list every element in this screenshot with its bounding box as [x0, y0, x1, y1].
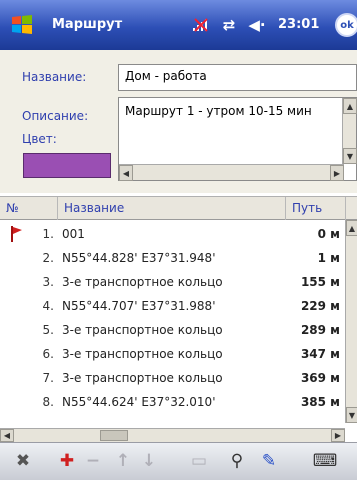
row-distance: 347 м — [300, 347, 340, 361]
scroll-left-icon[interactable]: ◀ — [119, 165, 133, 181]
row-name: 3-е транспортное кольцо — [62, 323, 223, 337]
scroll-thumb[interactable] — [100, 430, 128, 441]
table-row[interactable]: 6. 3-е транспортное кольцо 347 м — [0, 342, 347, 366]
waypoint-table: № Название Путь 1. 001 0 м 2. N55°44.828… — [0, 196, 357, 428]
row-number: 5. — [42, 323, 54, 337]
remove-point-icon[interactable]: − — [82, 450, 104, 472]
name-field[interactable]: Дом - работа — [118, 64, 357, 91]
row-number: 7. — [42, 371, 54, 385]
clock[interactable]: 23:01 — [278, 17, 319, 32]
add-point-icon[interactable]: ✚ — [56, 450, 78, 472]
row-name: 001 — [62, 227, 85, 241]
row-name: 3-е транспортное кольцо — [62, 347, 223, 361]
row-number: 2. — [42, 251, 54, 265]
column-header-distance[interactable]: Путь — [286, 197, 346, 220]
scroll-down-icon[interactable]: ▼ — [343, 148, 357, 164]
row-distance: 289 м — [300, 323, 340, 337]
table-row[interactable]: 1. 001 0 м — [0, 222, 347, 246]
keyboard-icon[interactable]: ⌨ — [313, 450, 338, 472]
row-distance: 229 м — [300, 299, 340, 313]
table-row[interactable]: 7. 3-е транспортное кольцо 369 м — [0, 366, 347, 390]
row-name: 3-е транспортное кольцо — [62, 275, 223, 289]
move-up-icon[interactable]: ↑ — [112, 450, 134, 472]
table-vscrollbar[interactable]: ▲ ▼ — [345, 220, 357, 423]
scroll-up-icon[interactable]: ▲ — [346, 220, 357, 236]
row-name: N55°44.707' E37°31.988' — [62, 299, 216, 313]
sync-icon[interactable]: ⇄ — [218, 14, 240, 36]
row-number: 1. — [42, 227, 54, 241]
row-distance: 155 м — [300, 275, 340, 289]
table-hscrollbar[interactable]: ◀ ▶ — [0, 428, 345, 442]
ok-button[interactable]: ok — [335, 13, 357, 37]
search-icon[interactable]: ⚲ — [226, 450, 248, 472]
row-number: 3. — [42, 275, 54, 289]
table-row[interactable]: 5. 3-е транспортное кольцо 289 м — [0, 318, 347, 342]
color-label: Цвет: — [22, 132, 57, 146]
description-hscrollbar[interactable]: ◀ ▶ — [119, 164, 344, 181]
description-text[interactable]: Маршрут 1 - утром 10-15 мин — [125, 104, 335, 119]
volume-icon[interactable]: ◀· — [246, 14, 268, 36]
windows-start-icon[interactable] — [10, 13, 34, 37]
row-name: N55°44.828' E37°31.948' — [62, 251, 216, 265]
row-number: 4. — [42, 299, 54, 313]
row-distance: 385 м — [300, 395, 340, 409]
description-vscrollbar[interactable]: ▲ ▼ — [342, 98, 357, 164]
description-field[interactable]: Маршрут 1 - утром 10-15 мин ▲ ▼ ◀ ▶ — [118, 97, 357, 181]
scroll-up-icon[interactable]: ▲ — [343, 98, 357, 114]
edit-icon[interactable]: ▭ — [188, 450, 210, 472]
bottom-toolbar: ✖ ✚ − ↑ ↓ ▭ ⚲ ✎ ⌨ — [0, 442, 357, 480]
row-name: 3-е транспортное кольцо — [62, 371, 223, 385]
row-number: 6. — [42, 347, 54, 361]
column-header-number[interactable]: № — [0, 197, 58, 220]
tools-icon[interactable]: ✖ — [12, 450, 34, 472]
window-title: Маршрут — [52, 17, 123, 32]
row-number: 8. — [42, 395, 54, 409]
navigate-icon[interactable]: ✎ — [258, 450, 280, 472]
row-distance: 1 м — [317, 251, 340, 265]
title-bar: Маршрут ⇄ ◀· 23:01 ok — [0, 0, 357, 50]
description-label: Описание: — [22, 109, 89, 123]
row-distance: 0 м — [317, 227, 340, 241]
start-flag-icon — [11, 226, 22, 242]
scroll-left-icon[interactable]: ◀ — [0, 429, 14, 442]
column-header-name[interactable]: Название — [58, 197, 286, 220]
table-header: № Название Путь — [0, 196, 357, 220]
name-label: Название: — [22, 70, 87, 84]
table-row[interactable]: 3. 3-е транспортное кольцо 155 м — [0, 270, 347, 294]
row-name: N55°44.624' E37°32.010' — [62, 395, 216, 409]
scroll-right-icon[interactable]: ▶ — [330, 165, 344, 181]
table-row[interactable]: 4. N55°44.707' E37°31.988' 229 м — [0, 294, 347, 318]
signal-off-icon[interactable] — [190, 14, 212, 36]
scroll-down-icon[interactable]: ▼ — [346, 407, 357, 423]
table-row[interactable]: 2. N55°44.828' E37°31.948' 1 м — [0, 246, 347, 270]
move-down-icon[interactable]: ↓ — [138, 450, 160, 472]
color-swatch[interactable] — [23, 153, 111, 178]
table-row[interactable]: 8. N55°44.624' E37°32.010' 385 м — [0, 390, 347, 414]
row-distance: 369 м — [300, 371, 340, 385]
scroll-right-icon[interactable]: ▶ — [331, 429, 345, 442]
